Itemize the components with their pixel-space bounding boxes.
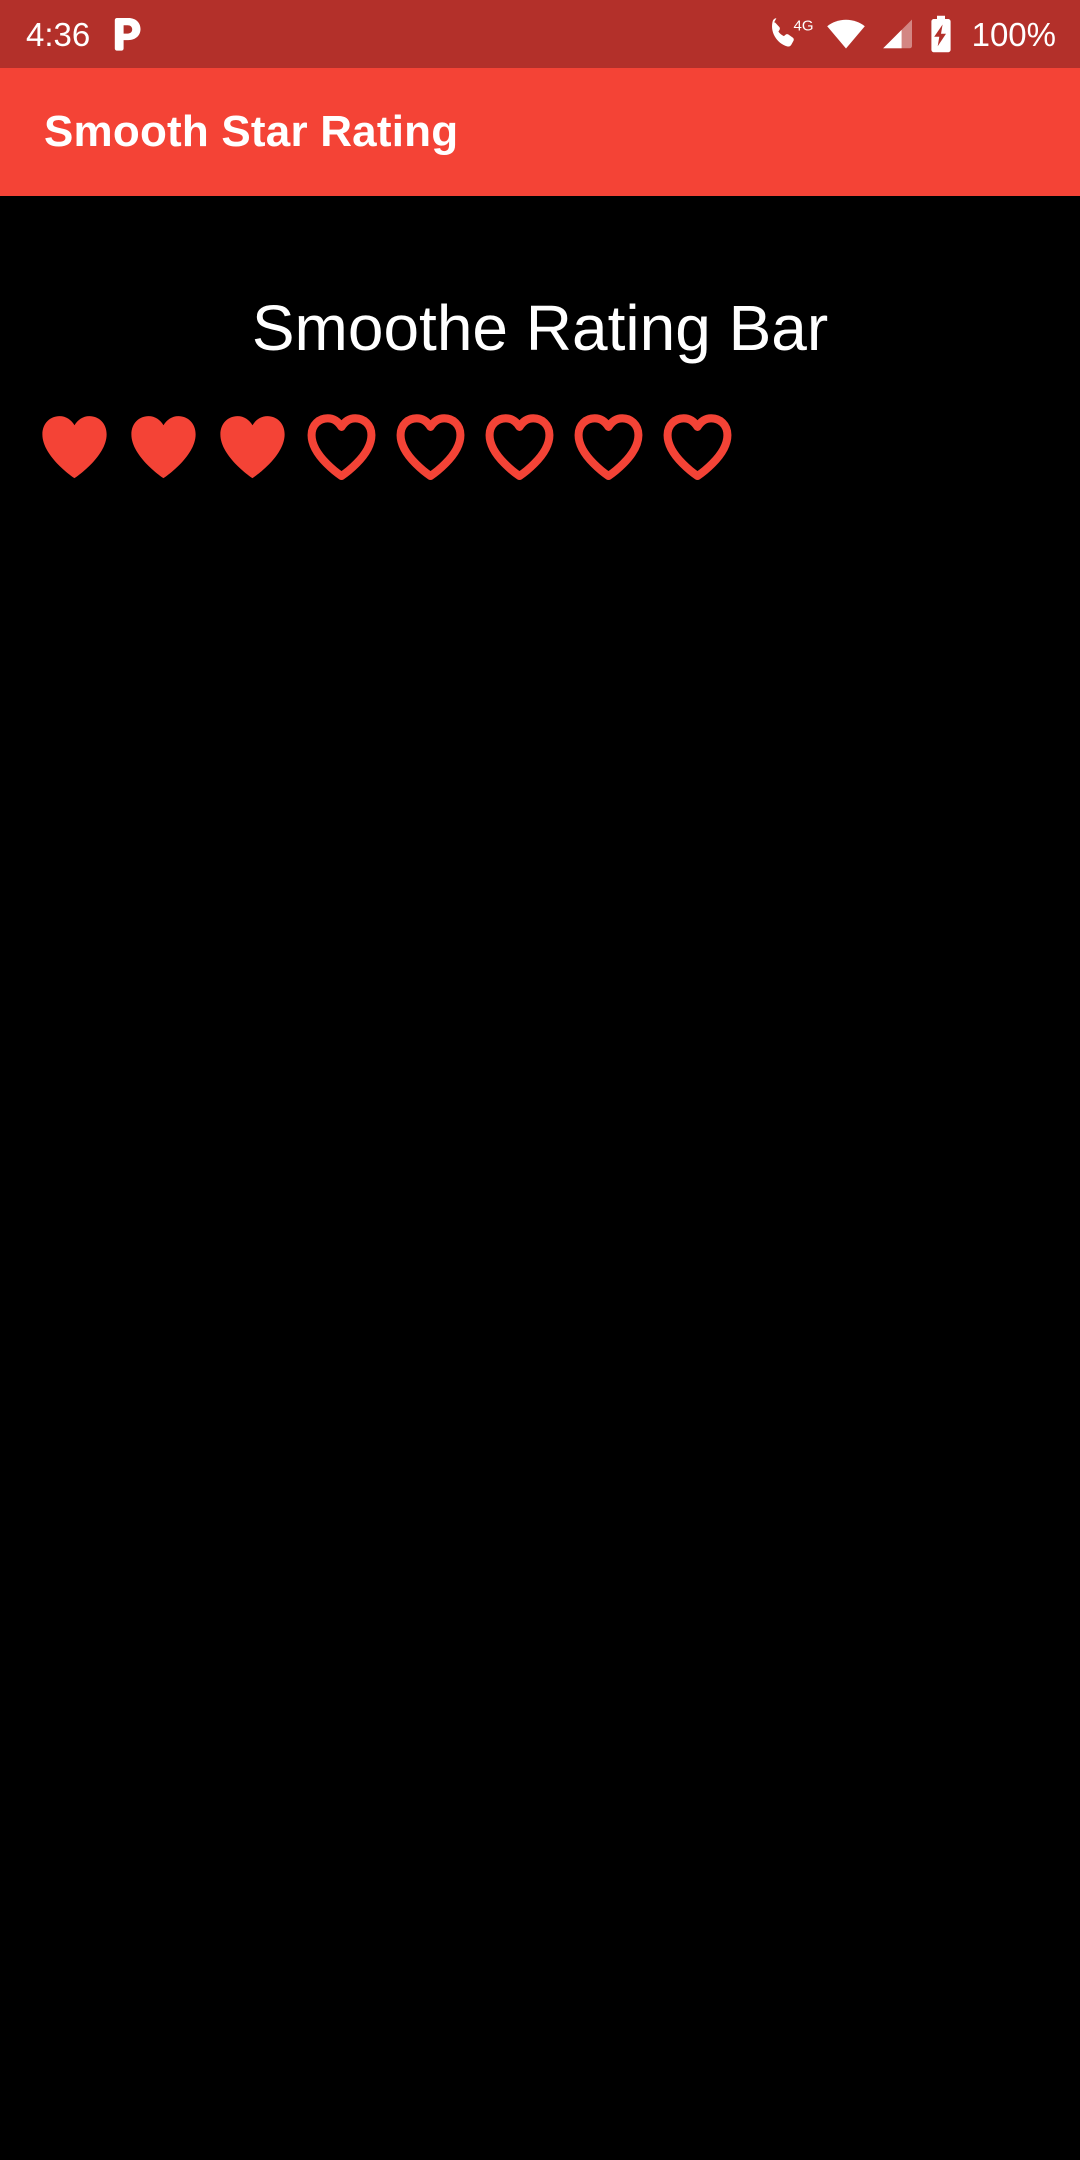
section-heading: Smoothe Rating Bar: [251, 292, 829, 364]
battery-percentage-label: 100%: [971, 15, 1056, 53]
status-bar: 4:36 4G 100%: [0, 0, 1080, 68]
main-content: Smoothe Rating Bar: [0, 196, 1080, 2160]
heart-icon[interactable]: [661, 411, 734, 484]
heart-icon[interactable]: [483, 411, 556, 484]
smoothe-rating-bar[interactable]: [38, 411, 734, 484]
pandora-p-icon: [112, 17, 142, 51]
heart-icon[interactable]: [127, 411, 200, 484]
heart-icon[interactable]: [394, 411, 467, 484]
wifi-full-icon: [826, 17, 866, 51]
app-bar-title: Smooth Star Rating: [44, 107, 459, 156]
app-screen: 4:36 4G 100% Smooth Star Rating Smoothe …: [0, 0, 1080, 2160]
app-bar: Smooth Star Rating: [0, 68, 1080, 196]
heart-icon[interactable]: [572, 411, 645, 484]
status-bar-clock: 4:36: [26, 15, 91, 53]
status-bar-right-group: 4G 100%: [771, 15, 1056, 53]
svg-text:4G: 4G: [793, 18, 813, 35]
status-bar-left-group: 4:36: [26, 17, 142, 51]
heart-icon[interactable]: [216, 411, 289, 484]
cellular-signal-icon: [879, 17, 915, 51]
heart-icon[interactable]: [38, 411, 111, 484]
battery-charging-icon: [928, 15, 954, 53]
phone-call-icon: 4G: [771, 16, 813, 52]
heart-icon[interactable]: [305, 411, 378, 484]
